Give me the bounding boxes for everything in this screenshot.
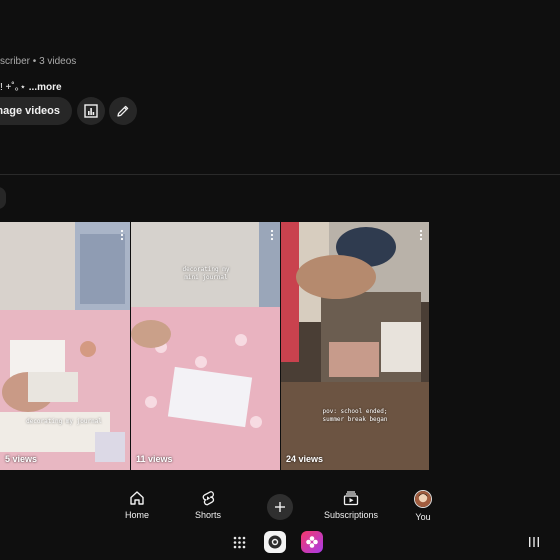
analytics-icon (84, 104, 98, 118)
description-text: ! +˚｡⋆ (0, 82, 26, 93)
manage-videos-button[interactable]: anage videos (0, 97, 72, 125)
manage-videos-label: anage videos (0, 105, 60, 117)
analytics-button[interactable] (77, 97, 105, 125)
avatar (414, 490, 432, 508)
more-vert-icon[interactable] (419, 229, 423, 241)
more-vert-icon[interactable] (120, 229, 124, 241)
video-card[interactable]: decorating my journal 5 views (0, 222, 130, 470)
view-count: 24 views (286, 454, 324, 464)
edit-button[interactable] (109, 97, 137, 125)
nav-subscriptions[interactable]: Subscriptions (311, 490, 391, 520)
thumbnail-image (0, 222, 130, 470)
view-count: 5 views (5, 454, 38, 464)
channel-description[interactable]: ! +˚｡⋆ ...more (0, 78, 62, 93)
thumbnail-image (281, 222, 429, 470)
more-link[interactable]: ...more (29, 82, 62, 93)
video-caption: decorating my mini journal (182, 266, 230, 281)
section-divider (0, 174, 560, 175)
view-count: 11 views (136, 454, 173, 464)
nav-subscriptions-label: Subscriptions (323, 510, 379, 520)
home-icon (130, 491, 144, 505)
photos-app-icon[interactable] (301, 531, 323, 553)
video-card[interactable]: pov: school ended; summer break began 24… (281, 222, 429, 470)
nav-home-label: Home (124, 510, 149, 520)
video-caption: decorating my journal (26, 418, 102, 425)
video-caption: pov: school ended; summer break began (322, 408, 388, 423)
nav-you[interactable]: You (383, 490, 463, 522)
app-grid-icon[interactable] (233, 536, 246, 549)
filter-chip[interactable] (0, 187, 6, 209)
channel-meta: scriber • 3 videos (0, 56, 77, 67)
more-vert-icon[interactable] (270, 229, 274, 241)
nav-shorts[interactable]: Shorts (168, 490, 248, 520)
camera-app-icon[interactable] (264, 531, 286, 553)
recents-icon[interactable] (528, 536, 540, 548)
create-button[interactable] (267, 494, 293, 520)
pencil-icon (117, 105, 129, 117)
video-card[interactable]: decorating my mini journal 11 views (131, 222, 280, 470)
nav-shorts-label: Shorts (194, 510, 221, 520)
shorts-icon (202, 491, 215, 506)
nav-you-label: You (415, 512, 431, 522)
thumbnail-image (131, 222, 280, 470)
plus-icon (275, 502, 285, 512)
subscriptions-icon (343, 491, 359, 506)
nav-home[interactable]: Home (97, 490, 177, 520)
